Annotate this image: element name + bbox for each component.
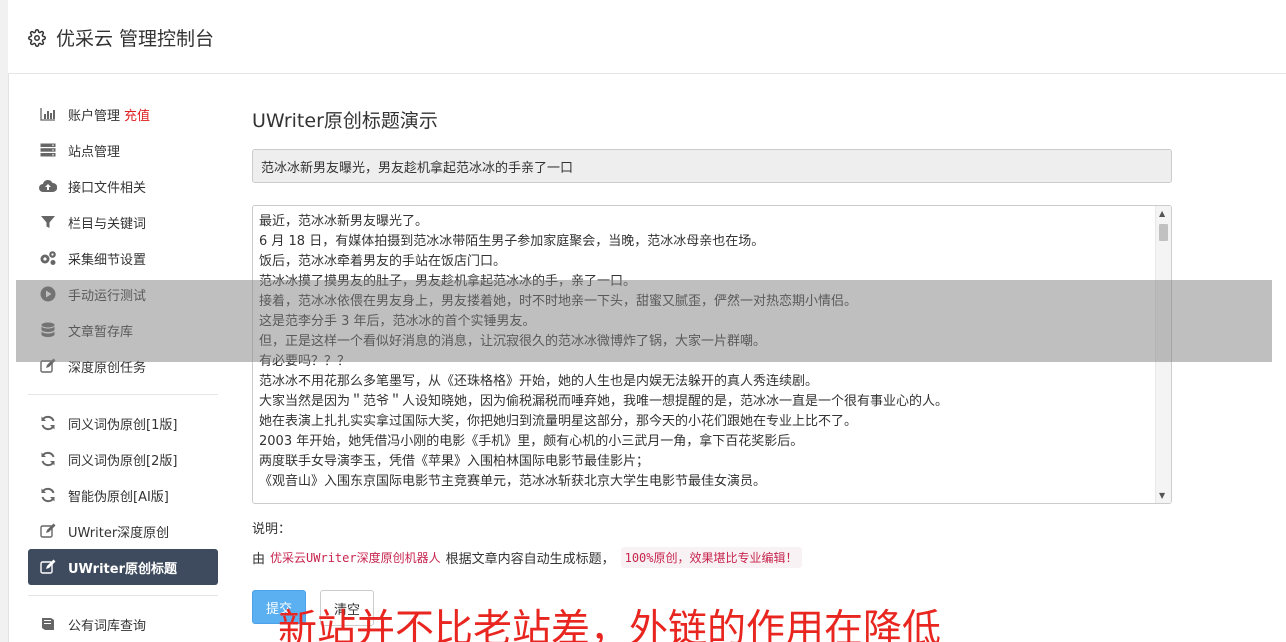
page-title: UWriter原创标题演示 [252,110,438,132]
sidebar-item-public-dictionary[interactable]: 公有词库查询 [28,606,218,642]
bar-chart-icon [38,106,58,122]
sidebar-item-uwriter-title[interactable]: UWriter原创标题 [28,549,218,585]
content-line: 最近，范冰冰新男友曝光了。 [259,214,429,229]
sidebar-item-label: 接口文件相关 [68,180,147,196]
top-header: 优采云 管理控制台 [8,0,1286,74]
main-content: UWriter原创标题演示 最近，范冰冰新男友曝光了。 6 月 18 日，有媒体拍… [252,100,1172,626]
sidebar-item-sites[interactable]: 站点管理 [28,132,218,168]
refresh-icon [38,415,58,431]
content-line: 她在表演上扎扎实实拿过国际大奖，你把她归到流量明星这部分，那今天的小花们跟她在专… [259,414,858,429]
sidebar-item-account[interactable]: 账户管理 充值 [28,96,218,132]
sidebar-item-synonym-v2[interactable]: 同义词伪原创[2版] [28,441,218,477]
content-line: 2003 年开始，她凭借冯小刚的电影《手机》里，颇有心机的小三武月一角，拿下百花… [259,434,804,449]
sidebar-item-label: 站点管理 [68,144,121,160]
gray-overlay-band [16,280,1272,362]
edit-icon [38,559,58,575]
gears-icon [38,250,58,266]
content-line: 饭后，范冰冰牵着男友的手站在饭店门口。 [259,254,507,269]
content-line: 范冰冰不用花那么多笔墨写，从《还珠格格》开始，她的人生也是内娱无法躲开的真人秀连… [259,374,819,389]
sidebar-item-uwriter-deep[interactable]: UWriter深度原创 [28,513,218,549]
refresh-icon [38,487,58,503]
title-field[interactable] [252,149,1172,183]
explain-text: 由 优采云UWriter深度原创机器人 根据文章内容自动生成标题， 100%原创… [252,547,1172,568]
content-line: 《观音山》入围东京国际电影节主竞赛单元，范冰冰斩获北京大学生电影节最佳女演员。 [259,474,767,489]
sidebar-item-label: 公有词库查询 [68,618,147,634]
book-icon [38,616,58,632]
watermark-caption: 新站并不比老站差，外链的作用在降低 [278,607,942,642]
sidebar-item-label: 栏目与关键词 [68,216,147,232]
explain-middle: 根据文章内容自动生成标题， [445,552,615,567]
server-icon [38,142,58,158]
scroll-thumb[interactable] [1159,224,1168,241]
sidebar-item-categories-keywords[interactable]: 栏目与关键词 [28,204,218,240]
sidebar-item-label: 采集细节设置 [68,252,147,268]
recharge-link[interactable]: 充值 [124,105,150,124]
sidebar-divider [28,595,218,596]
sidebar-item-label: 账户管理 [68,108,121,124]
sidebar-item-collection-settings[interactable]: 采集细节设置 [28,240,218,276]
cloud-upload-icon [38,178,58,194]
content-line: 大家当然是因为＂范爷＂人设知晓她，因为偷税漏税而唾弃她，我唯一想提醒的是，范冰冰… [259,394,949,409]
app-logo[interactable]: 优采云 管理控制台 [28,24,214,51]
refresh-icon [38,451,58,467]
content-line: 两度联手女导演李玉，凭借《苹果》入围柏林国际电影节最佳影片； [259,454,650,469]
sidebar-item-label: 智能伪原创[AI版] [68,489,169,505]
sidebar-divider [28,394,218,395]
content-line: 6 月 18 日，有媒体拍摄到范冰冰带陌生男子参加家庭聚会，当晚，范冰冰母亲也在… [259,234,765,249]
robot-name: 优采云UWriter深度原创机器人 [270,551,441,565]
edit-icon [38,523,58,539]
scroll-down-arrow-icon[interactable]: ▼ [1159,491,1165,500]
app-title: 优采云 管理控制台 [56,28,215,50]
sidebar-nav: 账户管理 充值 站点管理 接口文件相关 栏目与关键词 采集细节设置 手动运行测试 [28,96,218,642]
sidebar-item-interface-files[interactable]: 接口文件相关 [28,168,218,204]
sidebar-item-label: UWriter深度原创 [68,525,170,541]
sidebar-item-ai-rewrite[interactable]: 智能伪原创[AI版] [28,477,218,513]
original-badge: 100%原创，效果堪比专业编辑！ [620,547,802,568]
explain-label: 说明： [252,522,292,537]
scroll-up-arrow-icon[interactable]: ▲ [1159,209,1165,218]
sidebar-item-label: 同义词伪原创[2版] [68,453,178,469]
explain-prefix: 由 [252,552,266,567]
sidebar-item-synonym-v1[interactable]: 同义词伪原创[1版] [28,405,218,441]
gear-icon [28,28,46,47]
sidebar-item-label: UWriter原创标题 [68,561,177,577]
filter-icon [38,214,58,230]
sidebar-item-label: 同义词伪原创[1版] [68,417,178,433]
